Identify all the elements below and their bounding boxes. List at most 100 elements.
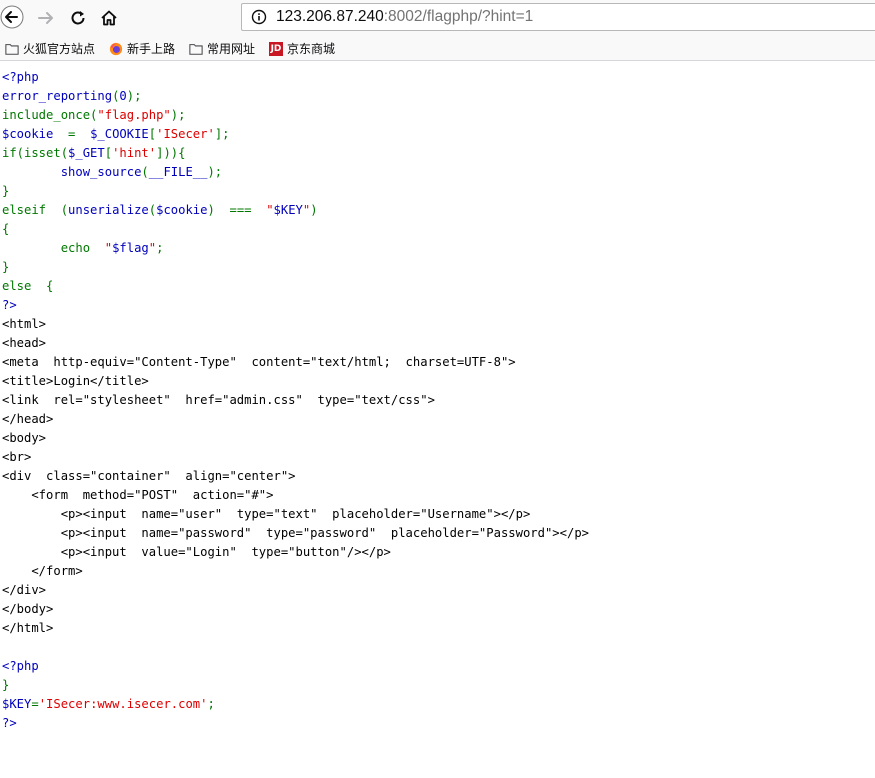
bookmark-common-sites[interactable]: 常用网址 <box>189 40 255 57</box>
code-token: 'ISecer:www.isecer.com' <box>38 697 208 711</box>
code-token: } <box>2 184 10 198</box>
code-token: <br> <box>2 450 32 464</box>
code-line: { <box>2 222 9 236</box>
code-token: <html> <box>2 317 47 331</box>
php-source-code: <?php error_reporting (0); include_once("… <box>0 61 875 733</box>
info-icon[interactable] <box>242 9 276 25</box>
code-token: $KEY <box>273 203 303 217</box>
code-line: } <box>2 260 9 274</box>
code-line: <?php <box>2 70 39 84</box>
code-line: </head> <box>2 412 53 426</box>
code-token: </form> <box>2 564 83 578</box>
code-line: echo "$flag"; <box>2 241 164 255</box>
code-line: <html> <box>2 317 46 331</box>
code-token: <div class="container" align="center"> <box>2 469 296 483</box>
code-token: <p><input value="Login" type="button"/><… <box>2 545 391 559</box>
code-line: </html> <box>2 621 53 635</box>
code-token: ?> <box>2 716 17 730</box>
code-token: error_reporting <box>2 89 113 103</box>
code-line: $cookie = $_COOKIE['ISecer']; <box>2 127 230 141</box>
code-line: show_source(__FILE__); <box>2 165 222 179</box>
code-token: <?php <box>2 70 39 84</box>
browser-toolbar: 123.206.87.240:8002/flagphp/?hint=1 <box>0 0 875 36</box>
code-token: ( <box>148 203 157 217</box>
code-token: <?php <box>2 659 39 673</box>
code-token: show_source <box>60 165 142 179</box>
code-token: } <box>2 260 10 274</box>
code-token: " <box>104 241 113 255</box>
code-token: [ <box>148 127 157 141</box>
code-token: </body> <box>2 602 54 616</box>
code-token: __FILE__ <box>148 165 208 179</box>
code-token: ; <box>207 697 215 711</box>
code-line: <p><input value="Login" type="button"/><… <box>2 545 391 559</box>
code-token: 'hint' <box>112 146 157 160</box>
code-line: <head> <box>2 336 46 350</box>
code-line: ?> <box>2 298 17 312</box>
code-token: <title>Login</title> <box>2 374 149 388</box>
code-token: <meta http-equiv="Content-Type" content=… <box>2 355 516 369</box>
code-token: </div> <box>2 583 47 597</box>
code-line: } <box>2 184 9 198</box>
forward-button[interactable] <box>35 7 57 29</box>
code-line: <title>Login</title> <box>2 374 149 388</box>
folder-icon <box>5 43 19 55</box>
code-line: } <box>2 678 9 692</box>
code-token: ); <box>207 165 223 179</box>
code-token: ) === <box>207 203 267 217</box>
code-token: ); <box>170 108 186 122</box>
back-arrow-icon <box>0 5 24 29</box>
home-button[interactable] <box>98 7 120 29</box>
code-token: "flag.php" <box>97 108 171 122</box>
bookmarks-bar: 火狐官方站点 新手上路 常用网址 JD 京东商城 <box>0 36 875 61</box>
code-token: 0 <box>119 89 127 103</box>
code-line: ?> <box>2 716 17 730</box>
bookmark-label: 常用网址 <box>207 42 256 56</box>
bookmark-getting-started[interactable]: 新手上路 <box>109 40 175 57</box>
code-line: </div> <box>2 583 46 597</box>
code-line: elseif (unserialize($cookie) === "$KEY") <box>2 203 318 217</box>
code-token: $_GET <box>68 146 105 160</box>
url-bar[interactable]: 123.206.87.240:8002/flagphp/?hint=1 <box>241 3 875 31</box>
code-token: } <box>2 678 10 692</box>
code-token: <body> <box>2 431 47 445</box>
code-token: else { <box>2 279 54 293</box>
code-line: include_once("flag.php"); <box>2 108 185 122</box>
reload-button[interactable] <box>67 7 89 29</box>
code-token: $_COOKIE <box>90 127 149 141</box>
code-token: $cookie <box>2 127 69 141</box>
code-token: ) <box>310 203 318 217</box>
code-token: = <box>68 127 91 141</box>
code-token: $flag <box>112 241 149 255</box>
code-token: $cookie <box>156 203 208 217</box>
back-button[interactable] <box>0 5 24 29</box>
home-icon <box>101 10 117 26</box>
code-token: { <box>2 222 10 236</box>
code-line: <form method="POST" action="#"> <box>2 488 273 502</box>
code-token: ( <box>141 165 149 179</box>
code-token: if(isset( <box>2 146 69 160</box>
page-content: <?php error_reporting (0); include_once("… <box>0 61 875 733</box>
code-token: ?> <box>2 298 17 312</box>
code-line: <?php <box>2 659 39 673</box>
code-token: echo <box>2 241 105 255</box>
bookmark-firefox-official[interactable]: 火狐官方站点 <box>5 40 95 57</box>
code-token: [ <box>104 146 113 160</box>
code-token: elseif ( <box>2 203 69 217</box>
code-token: ]; <box>214 127 230 141</box>
code-line: <body> <box>2 431 46 445</box>
code-line: <p><input name="password" type="password… <box>2 526 589 540</box>
code-token: <p><input name="user" type="text" placeh… <box>2 507 531 521</box>
code-line: <meta http-equiv="Content-Type" content=… <box>2 355 516 369</box>
jd-logo-icon: JD <box>269 41 283 56</box>
bookmark-label: 新手上路 <box>127 42 176 56</box>
folder-icon <box>189 43 203 55</box>
reload-icon <box>71 11 85 25</box>
code-token: ); <box>126 89 142 103</box>
code-token: <head> <box>2 336 47 350</box>
bookmark-jd-mall[interactable]: JD 京东商城 <box>269 40 335 57</box>
code-line: </body> <box>2 602 53 616</box>
code-line: <div class="container" align="center"> <box>2 469 296 483</box>
code-line: <p><input name="user" type="text" placeh… <box>2 507 531 521</box>
